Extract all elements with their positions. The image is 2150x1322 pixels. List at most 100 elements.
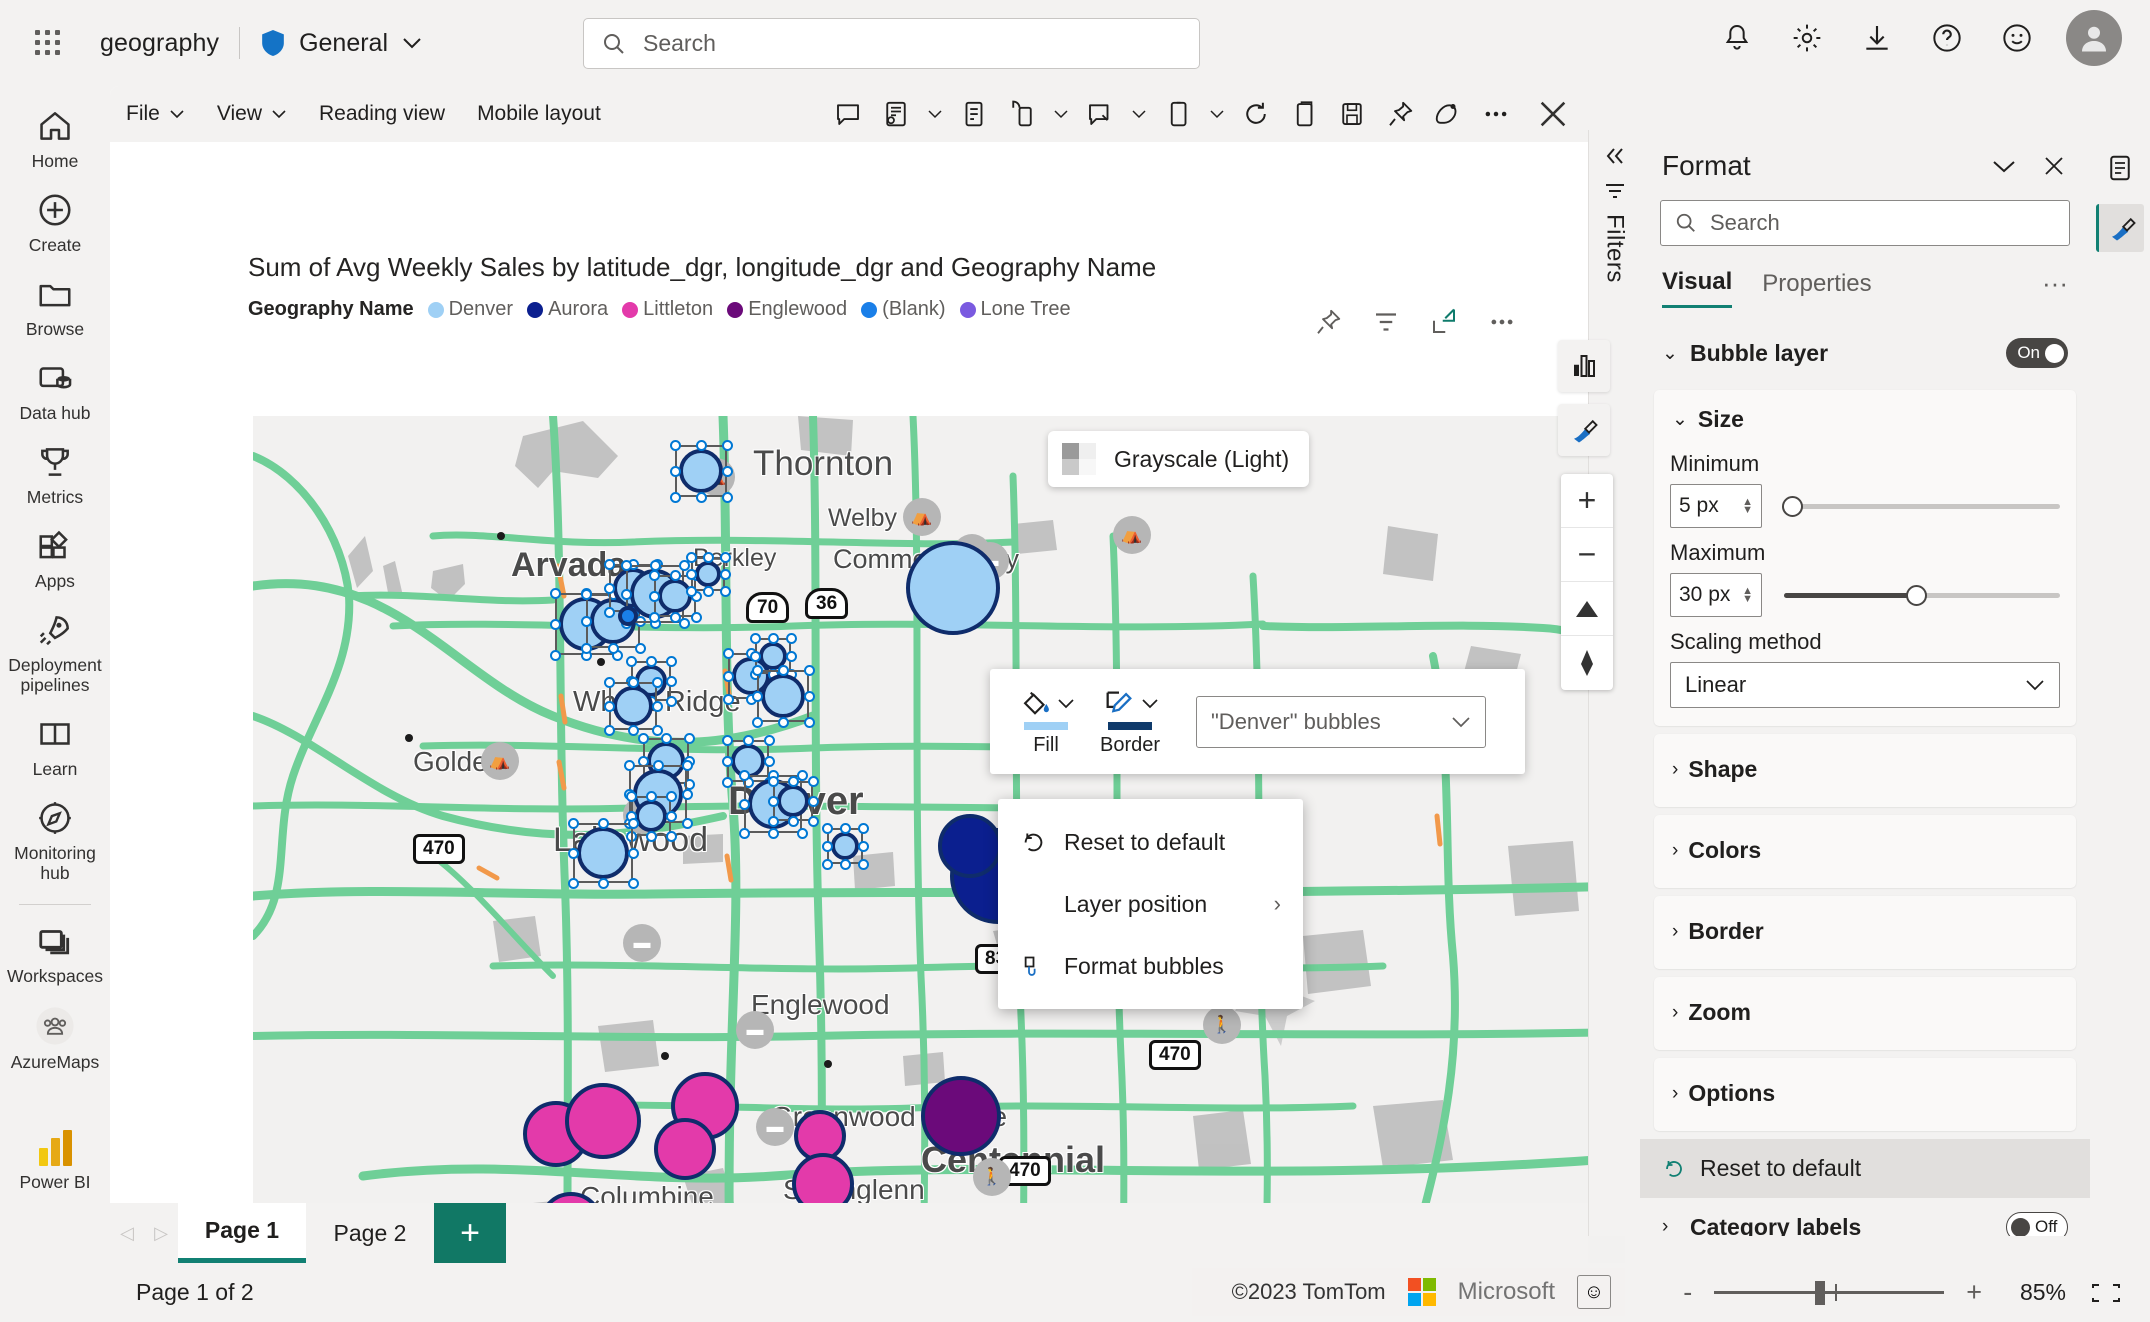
sidebar-item-home[interactable]: Home xyxy=(0,96,110,180)
selection-handle[interactable] xyxy=(738,769,750,781)
settings-gear-icon[interactable] xyxy=(1786,17,1828,59)
selection-handle[interactable] xyxy=(685,568,697,580)
selection-handle[interactable] xyxy=(839,822,851,834)
slider-thumb[interactable] xyxy=(1906,585,1928,606)
legend-item-denver[interactable]: Denver xyxy=(427,298,513,321)
selection-handle[interactable] xyxy=(625,790,637,802)
selection-handle[interactable] xyxy=(803,716,815,728)
sidebar-item-deployment-pipelines[interactable]: Deployment pipelines xyxy=(0,600,110,704)
reading-view-button[interactable]: Reading view xyxy=(303,96,461,132)
selection-handle[interactable] xyxy=(665,790,677,802)
selection-handle[interactable] xyxy=(721,755,733,767)
selection-handle[interactable] xyxy=(721,491,733,503)
stepper-arrows-icon[interactable]: ▲ ▼ xyxy=(1742,497,1753,516)
section-bubble-layer[interactable]: ⌄ Bubble layer On xyxy=(1640,324,2090,382)
selection-handle[interactable] xyxy=(580,615,592,627)
map-bubble[interactable] xyxy=(618,606,638,626)
card-colors[interactable]: › Colors xyxy=(1654,815,2076,888)
format-pane-icon[interactable] xyxy=(2096,204,2144,252)
selection-handle[interactable] xyxy=(580,642,592,654)
selection-handle[interactable] xyxy=(652,759,664,771)
sidebar-item-create[interactable]: Create xyxy=(0,180,110,264)
prev-page-icon[interactable]: ◁ xyxy=(110,1203,144,1263)
stepper-arrows-icon[interactable]: ▲ ▼ xyxy=(1742,586,1753,605)
zoom-slider-thumb[interactable] xyxy=(1815,1281,1826,1305)
scaling-method-dropdown[interactable]: Linear xyxy=(1670,662,2060,708)
slider-thumb[interactable] xyxy=(1782,496,1804,517)
selection-handle[interactable] xyxy=(627,877,639,889)
selection-handle[interactable] xyxy=(702,551,714,563)
sidebar-item-workspaces[interactable]: Workspaces xyxy=(0,911,110,995)
zoom-out-button[interactable]: - xyxy=(1683,1277,1692,1308)
comment-icon[interactable] xyxy=(826,92,870,136)
account-avatar[interactable] xyxy=(2066,10,2122,66)
selection-handle[interactable] xyxy=(665,810,677,822)
selection-handle[interactable] xyxy=(567,847,579,859)
selection-handle[interactable] xyxy=(669,439,681,451)
selection-handle[interactable] xyxy=(767,827,779,839)
selection-handle[interactable] xyxy=(649,559,661,571)
card-zoom[interactable]: › Zoom xyxy=(1654,977,2076,1050)
selection-handle[interactable] xyxy=(627,724,639,736)
export-icon[interactable] xyxy=(1156,92,1200,136)
selection-handle[interactable] xyxy=(665,655,677,667)
mobile-layout-button[interactable]: Mobile layout xyxy=(461,96,617,132)
selection-handle[interactable] xyxy=(669,611,681,623)
legend-item-englewood[interactable]: Englewood xyxy=(727,298,847,321)
map-poi-icon[interactable]: ⛺ xyxy=(1113,516,1151,554)
section-header-shape[interactable]: › Shape xyxy=(1670,752,2060,789)
more-options-icon[interactable] xyxy=(1474,92,1518,136)
map-poi-icon[interactable]: ⛺ xyxy=(481,742,519,780)
selection-handle[interactable] xyxy=(767,632,779,644)
section-header-zoom[interactable]: › Zoom xyxy=(1670,995,2060,1032)
selection-handle[interactable] xyxy=(620,588,632,600)
maximum-size-input[interactable]: 30 px ▲ ▼ xyxy=(1670,573,1762,617)
selection-handle[interactable] xyxy=(785,632,797,644)
selection-handle[interactable] xyxy=(807,795,819,807)
azure-map-visual[interactable]: ThorntonWelbyArvadaBerkleyCommerce CityW… xyxy=(253,416,1625,1316)
selection-handle[interactable] xyxy=(623,759,635,771)
selection-handle[interactable] xyxy=(669,569,681,581)
selection-handle[interactable] xyxy=(767,795,779,807)
selection-handle[interactable] xyxy=(681,788,693,800)
subscribe-icon[interactable] xyxy=(874,92,918,136)
selection-handle[interactable] xyxy=(580,588,592,600)
minimum-size-input[interactable]: 5 px ▲ ▼ xyxy=(1670,484,1762,528)
fit-to-page-icon[interactable] xyxy=(2088,1279,2124,1307)
selection-handle[interactable] xyxy=(627,676,639,688)
selection-handle[interactable] xyxy=(821,858,833,870)
close-icon[interactable] xyxy=(2040,152,2068,180)
tab-visual[interactable]: Visual xyxy=(1662,268,1733,308)
map-poi-icon[interactable]: ⛺ xyxy=(903,498,941,536)
selection-handle[interactable] xyxy=(702,585,714,597)
selection-handle[interactable] xyxy=(751,690,763,702)
section-category-labels[interactable]: › Category labels Off xyxy=(1640,1198,2090,1236)
selection-handle[interactable] xyxy=(719,568,731,580)
selection-handle[interactable] xyxy=(645,830,657,842)
map-poi-icon[interactable]: ▬ xyxy=(756,1108,794,1146)
filter-icon[interactable] xyxy=(1370,306,1402,338)
selection-handle[interactable] xyxy=(603,606,615,618)
selection-handle[interactable] xyxy=(549,649,561,661)
map-poi-icon[interactable]: 🚶 xyxy=(1203,1006,1241,1044)
selection-handle[interactable] xyxy=(627,817,639,829)
selection-handle[interactable] xyxy=(751,664,763,676)
selection-handle[interactable] xyxy=(821,822,833,834)
selection-handle[interactable] xyxy=(634,642,646,654)
chat-in-teams-icon[interactable] xyxy=(1078,92,1122,136)
selection-handle[interactable] xyxy=(695,491,707,503)
feedback-smiley-icon[interactable] xyxy=(1996,17,2038,59)
pin-icon[interactable] xyxy=(1378,92,1422,136)
legend-item-lone-tree[interactable]: Lone Tree xyxy=(959,298,1071,321)
chevron-down-icon[interactable] xyxy=(1126,92,1152,136)
card-border[interactable]: › Border xyxy=(1654,896,2076,969)
selection-handle[interactable] xyxy=(803,664,815,676)
bubble-layer-toggle[interactable]: On xyxy=(2006,338,2068,368)
selection-handle[interactable] xyxy=(857,822,869,834)
selection-handle[interactable] xyxy=(738,827,750,839)
section-header-border[interactable]: › Border xyxy=(1670,914,2060,951)
next-page-icon[interactable]: ▷ xyxy=(144,1203,178,1263)
selection-handle[interactable] xyxy=(767,775,779,787)
selection-handle[interactable] xyxy=(645,655,657,667)
selection-handle[interactable] xyxy=(651,676,663,688)
